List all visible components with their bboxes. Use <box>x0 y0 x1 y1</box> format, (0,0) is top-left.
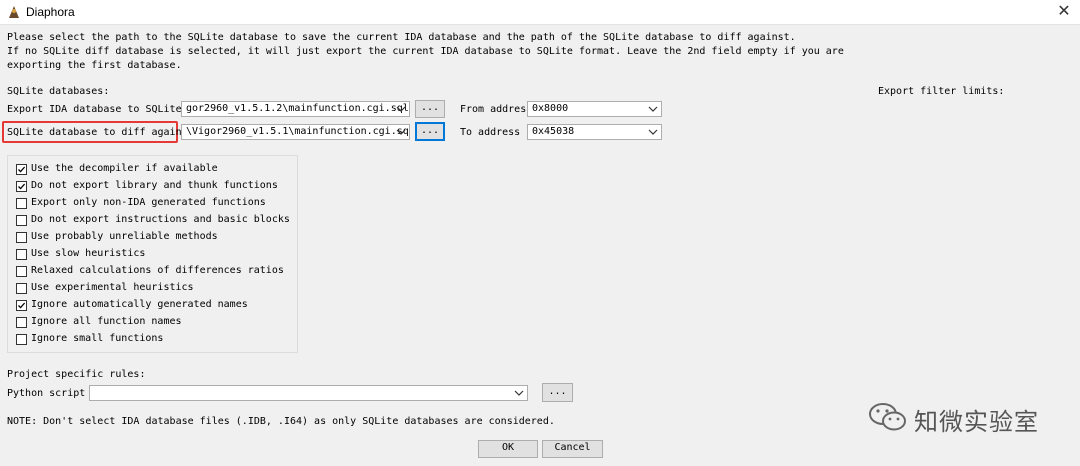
option-label: Export only non-IDA generated functions <box>31 197 266 208</box>
option-checkbox[interactable] <box>16 198 27 209</box>
from-address-label: From address <box>460 104 533 115</box>
option-checkbox[interactable] <box>16 164 27 175</box>
intro-line-2: If no SQLite diff database is selected, … <box>7 46 844 57</box>
window-title: Diaphora <box>26 5 75 19</box>
diaphora-app-icon <box>9 6 19 18</box>
export-db-label: Export IDA database to SQLite <box>7 104 182 115</box>
python-script-combo[interactable] <box>89 385 528 401</box>
option-label: Use slow heuristics <box>31 248 146 259</box>
option-label: Use the decompiler if available <box>31 163 218 174</box>
wechat-icon <box>869 403 906 431</box>
cancel-button[interactable]: Cancel <box>542 440 603 458</box>
option-label: Ignore small functions <box>31 333 164 344</box>
option-checkbox[interactable] <box>16 283 27 294</box>
option-checkbox[interactable] <box>16 334 27 345</box>
option-checkbox[interactable] <box>16 232 27 243</box>
option-label: Do not export library and thunk function… <box>31 180 278 191</box>
diff-db-value: \Vigor2960_v1.5.1\mainfunction.cgi.sqlit… <box>186 126 410 137</box>
ok-button[interactable]: OK <box>478 440 538 458</box>
watermark-text: 知微实验室 <box>914 408 1039 436</box>
diff-db-combo[interactable]: \Vigor2960_v1.5.1\mainfunction.cgi.sqlit… <box>181 124 410 140</box>
python-browse-button[interactable]: ... <box>542 383 573 402</box>
python-script-label: Python script <box>7 388 86 399</box>
chevron-down-icon <box>648 106 658 112</box>
from-address-value: 0x8000 <box>532 103 569 114</box>
note-text: NOTE: Don't select IDA database files (.… <box>7 416 555 427</box>
from-address-combo[interactable]: 0x8000 <box>527 101 662 117</box>
to-address-label: To address <box>460 127 521 138</box>
checkmark-icon <box>18 302 26 309</box>
to-address-value: 0x45038 <box>532 126 575 137</box>
checkmark-icon <box>18 166 26 173</box>
diff-db-label: SQLite database to diff against <box>7 127 194 138</box>
option-checkbox[interactable] <box>16 249 27 260</box>
title-bar[interactable]: Diaphora ✕ <box>0 0 1080 25</box>
export-db-combo[interactable]: gor2960_v1.5.1.2\mainfunction.cgi.sqlite <box>181 101 410 117</box>
chevron-down-icon <box>648 129 658 135</box>
option-label: Do not export instructions and basic blo… <box>31 214 290 225</box>
option-checkbox[interactable] <box>16 317 27 328</box>
intro-line-1: Please select the path to the SQLite dat… <box>7 32 796 43</box>
option-label: Ignore automatically generated names <box>31 299 248 310</box>
project-rules-label: Project specific rules: <box>7 369 146 380</box>
intro-line-3: exporting the first database. <box>7 60 182 71</box>
diff-browse-button[interactable]: ... <box>415 122 445 141</box>
option-checkbox[interactable] <box>16 215 27 226</box>
option-checkbox[interactable] <box>16 181 27 192</box>
chevron-down-icon <box>514 390 524 396</box>
chevron-down-icon <box>396 106 406 112</box>
filter-section-label: Export filter limits: <box>878 86 1005 97</box>
option-label: Relaxed calculations of differences rati… <box>31 265 284 276</box>
option-label: Use probably unreliable methods <box>31 231 218 242</box>
chevron-down-icon <box>396 129 406 135</box>
checkmark-icon <box>18 183 26 190</box>
close-icon[interactable]: ✕ <box>1048 0 1080 24</box>
watermark: 知微实验室 <box>868 398 1058 438</box>
to-address-combo[interactable]: 0x45038 <box>527 124 662 140</box>
option-checkbox[interactable] <box>16 266 27 277</box>
export-browse-button[interactable]: ... <box>415 100 445 118</box>
export-db-value: gor2960_v1.5.1.2\mainfunction.cgi.sqlite <box>186 103 410 114</box>
option-label: Ignore all function names <box>31 316 182 327</box>
option-label: Use experimental heuristics <box>31 282 194 293</box>
sqlite-section-label: SQLite databases: <box>7 86 110 97</box>
option-checkbox[interactable] <box>16 300 27 311</box>
